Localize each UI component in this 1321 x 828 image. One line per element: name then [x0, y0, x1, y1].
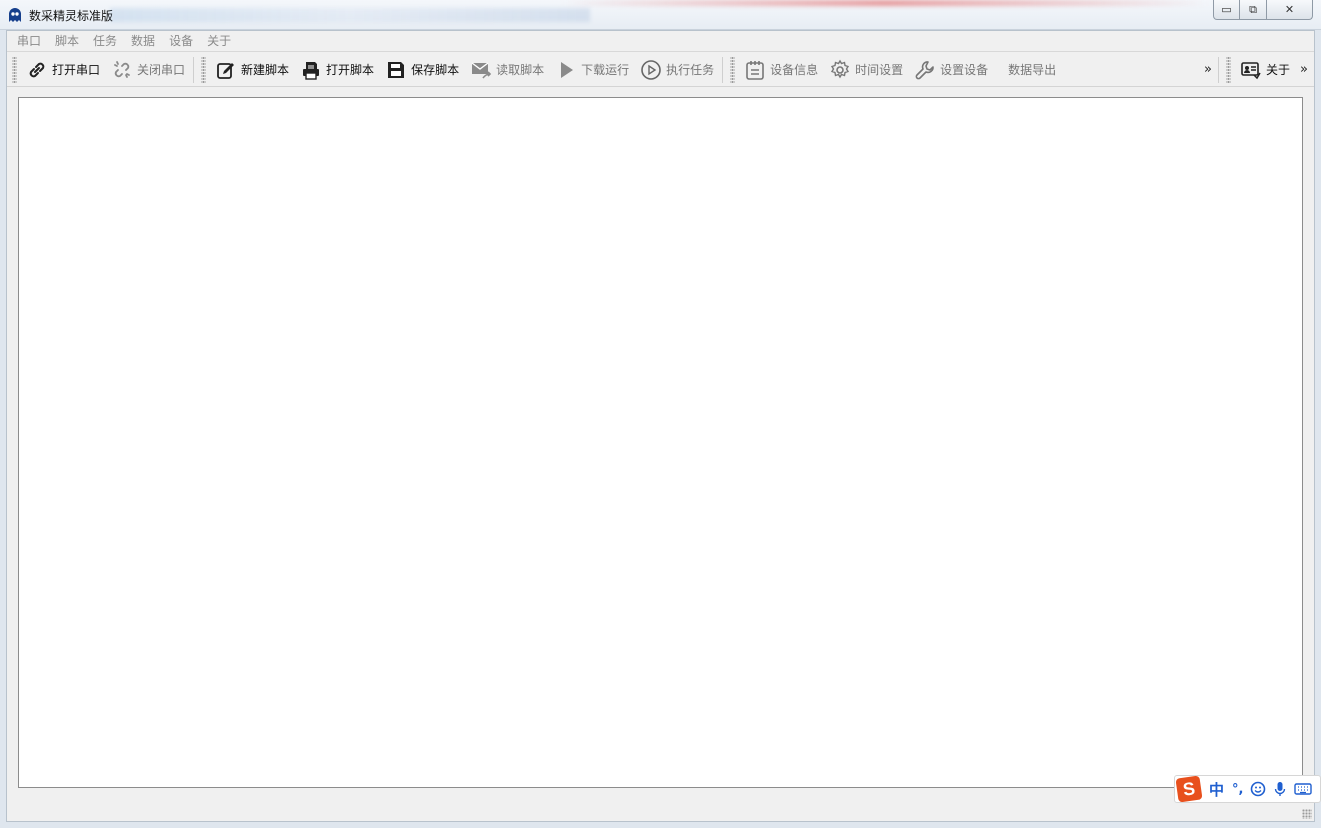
toolbar-separator	[1218, 56, 1220, 83]
save-script-button[interactable]: 保存脚本	[380, 55, 465, 85]
printer-icon	[303, 61, 320, 80]
time-settings-label: 时间设置	[855, 63, 904, 77]
new-script-label: 新建脚本	[241, 63, 290, 77]
read-script-button[interactable]: 读取脚本	[465, 55, 550, 85]
toolbar-grip[interactable]	[730, 56, 736, 83]
run-task-button[interactable]: 执行任务	[635, 55, 720, 85]
menu-device[interactable]: 设备	[162, 31, 200, 51]
open-script-label: 打开脚本	[326, 63, 375, 77]
device-settings-button[interactable]: 设置设备	[909, 55, 994, 85]
download-run-label: 下载运行	[581, 63, 630, 77]
id-card-icon	[1241, 61, 1261, 79]
menu-script[interactable]: 脚本	[48, 31, 86, 51]
toolbar-overflow-button[interactable]: »	[1200, 62, 1216, 77]
about-label: 关于	[1266, 63, 1291, 77]
ime-toolbar: S 中 °,	[1174, 775, 1321, 803]
resize-grip[interactable]	[1302, 809, 1312, 819]
menu-about[interactable]: 关于	[200, 31, 238, 51]
close-port-label: 关闭串口	[137, 63, 186, 77]
background-blur	[110, 8, 590, 22]
minimize-icon: ▭	[1221, 3, 1232, 16]
sogou-logo-icon[interactable]: S	[1175, 775, 1203, 803]
device-info-button[interactable]: 设备信息	[739, 55, 824, 85]
link-icon	[29, 62, 45, 77]
play-circle-icon	[641, 59, 661, 80]
save-disk-icon	[388, 61, 405, 78]
save-script-label: 保存脚本	[411, 63, 460, 77]
gear-icon	[831, 59, 850, 78]
menu-data[interactable]: 数据	[124, 31, 162, 51]
toolbar-separator	[722, 56, 724, 83]
toolbar-grip[interactable]	[201, 56, 207, 83]
window-title: 数采精灵标准版	[29, 9, 114, 23]
minimize-button[interactable]: ▭	[1213, 0, 1240, 20]
ime-punctuation[interactable]: °,	[1232, 782, 1243, 797]
open-port-button[interactable]: 打开串口	[21, 55, 106, 85]
keyboard-icon[interactable]	[1294, 782, 1313, 796]
toolbar-grip[interactable]	[12, 56, 17, 83]
data-export-label: 数据导出	[1008, 63, 1057, 77]
unlink-icon	[114, 60, 130, 78]
toolbar-separator	[193, 56, 195, 83]
close-icon: ✕	[1284, 3, 1295, 16]
mail-icon	[471, 61, 492, 78]
about-button[interactable]: 关于	[1235, 55, 1296, 85]
close-button[interactable]: ✕	[1267, 0, 1313, 20]
smiley-icon[interactable]	[1250, 781, 1266, 797]
menu-task[interactable]: 任务	[86, 31, 124, 51]
ime-chinese-mode[interactable]: 中	[1209, 779, 1224, 800]
read-script-label: 读取脚本	[496, 63, 545, 77]
close-port-button[interactable]: 关闭串口	[106, 55, 191, 85]
time-settings-button[interactable]: 时间设置	[824, 55, 909, 85]
menu-serial[interactable]: 串口	[10, 31, 48, 51]
background-glow	[560, 0, 1210, 6]
toolbar-grip[interactable]	[1226, 56, 1232, 83]
toolbar-overflow-button-right[interactable]: »	[1296, 62, 1312, 77]
download-run-button[interactable]: 下载运行	[550, 55, 635, 85]
microphone-icon[interactable]	[1273, 781, 1287, 797]
open-script-button[interactable]: 打开脚本	[295, 55, 380, 85]
run-task-label: 执行任务	[666, 63, 715, 77]
toolbar: 打开串口 关闭串口 新建脚本 打开脚本 保存脚本 读取脚本 下载运行 执行任务 …	[7, 53, 1314, 87]
play-icon	[561, 61, 574, 78]
new-script-button[interactable]: 新建脚本	[210, 55, 295, 85]
script-editor[interactable]	[18, 97, 1303, 788]
status-bar	[7, 799, 1314, 821]
maximize-button[interactable]: ⧉	[1240, 0, 1267, 20]
restore-icon: ⧉	[1249, 2, 1257, 16]
device-settings-label: 设置设备	[940, 63, 989, 77]
data-export-button[interactable]: 数据导出	[994, 55, 1062, 85]
open-port-label: 打开串口	[52, 63, 101, 77]
clipboard-list-icon	[746, 60, 764, 80]
wrench-icon	[915, 60, 934, 79]
main-window: 串口 脚本 任务 数据 设备 关于 打开串口 关闭串口 新建脚本 打开脚本 保存…	[6, 30, 1315, 822]
title-bar: 数采精灵标准版 ▭ ⧉ ✕	[0, 0, 1321, 30]
menu-bar: 串口 脚本 任务 数据 设备 关于	[7, 31, 1314, 52]
app-ghost-icon	[7, 7, 23, 23]
edit-pen-icon	[217, 62, 235, 79]
device-info-label: 设备信息	[770, 63, 819, 77]
